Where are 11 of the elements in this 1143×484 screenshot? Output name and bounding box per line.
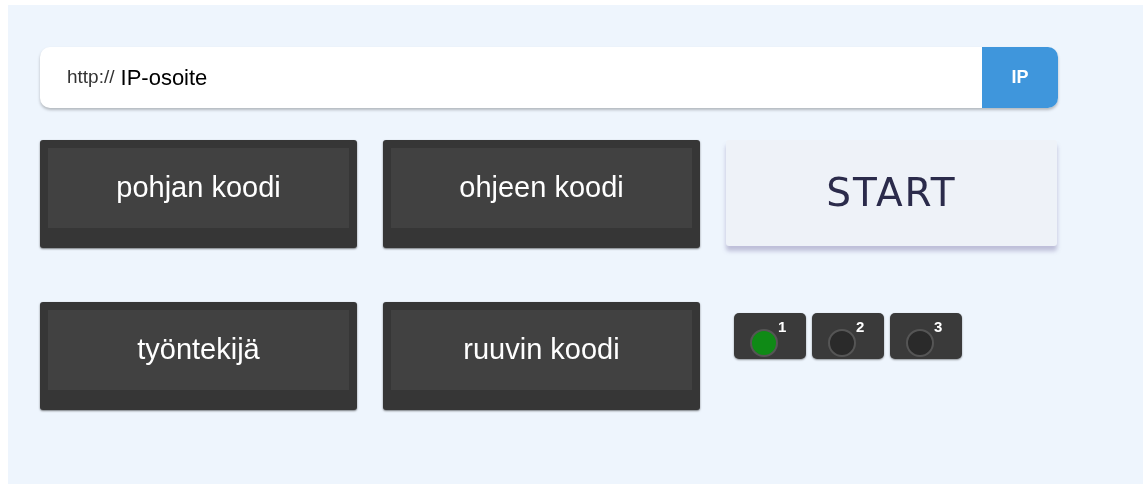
indicator-button[interactable]: 1 — [734, 313, 806, 359]
code-button[interactable]: pohjan koodi — [40, 140, 357, 248]
code-button[interactable]: ruuvin koodi — [383, 302, 700, 410]
address-field[interactable]: http:// IP-osoite IP — [40, 47, 1058, 108]
address-value: IP-osoite — [120, 64, 208, 92]
indicator-button[interactable]: 2 — [812, 313, 884, 359]
indicator-button[interactable]: 3 — [890, 313, 962, 359]
code-button[interactable]: työntekijä — [40, 302, 357, 410]
url-prefix: http:// — [67, 65, 115, 90]
start-button[interactable]: START — [726, 140, 1057, 246]
code-button[interactable]: ohjeen koodi — [383, 140, 700, 248]
